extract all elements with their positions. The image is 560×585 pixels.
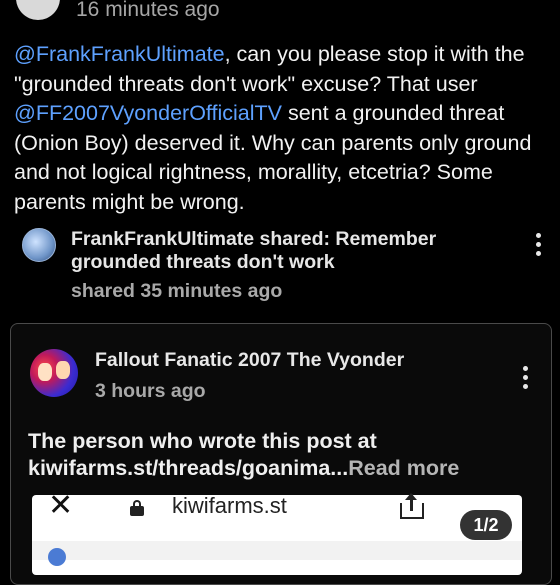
preview-domain: kiwifarms.st: [172, 493, 287, 518]
lock-icon: [130, 500, 144, 516]
site-avatar-icon: [48, 548, 66, 566]
card-post-body: The person who wrote this post at kiwifa…: [28, 429, 377, 480]
comment-timestamp: 16 minutes ago: [76, 0, 220, 21]
card-more-options-icon[interactable]: [523, 366, 529, 393]
card-timestamp: 3 hours ago: [95, 380, 206, 402]
shared-user-avatar[interactable]: [22, 228, 56, 262]
card-author-avatar[interactable]: [30, 349, 78, 397]
close-icon[interactable]: ✕: [48, 488, 73, 523]
page-indicator-badge: 1/2: [460, 510, 512, 540]
more-options-icon[interactable]: [536, 233, 542, 260]
share-icon[interactable]: [398, 493, 426, 520]
comment-text: @FrankFrankUltimate, can you please stop…: [14, 40, 544, 217]
mention-link[interactable]: @FrankFrankUltimate: [14, 42, 225, 66]
card-post-text: The person who wrote this post at kiwifa…: [28, 428, 528, 482]
card-author-name[interactable]: Fallout Fanatic 2007 The Vyonder: [95, 349, 404, 372]
read-more-link[interactable]: Read more: [348, 456, 459, 480]
shared-timestamp: shared 35 minutes ago: [71, 280, 283, 302]
mention-link[interactable]: @FF2007VyonderOfficialTV: [14, 101, 282, 125]
preview-content-strip: [32, 541, 522, 560]
shared-post-title[interactable]: FrankFrankUltimate shared: Remember grou…: [71, 228, 501, 274]
commenter-avatar[interactable]: [16, 0, 60, 20]
